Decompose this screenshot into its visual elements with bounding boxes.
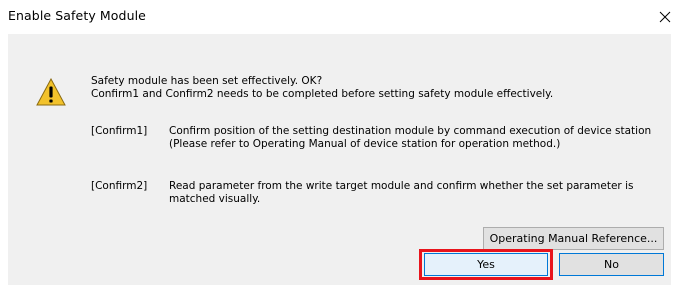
operating-manual-reference-button[interactable]: Operating Manual Reference... [483,227,664,250]
confirm1-text-line-2: (Please refer to Operating Manual of dev… [169,138,561,150]
yes-button-label: Yes [477,258,495,271]
close-icon [659,11,670,23]
dialog-title: Enable Safety Module [8,8,146,23]
message-line-1: Safety module has been set effectively. … [91,75,323,87]
yes-button[interactable]: Yes [424,253,548,276]
operating-manual-reference-label: Operating Manual Reference... [489,232,658,245]
title-bar: Enable Safety Module [0,0,679,34]
no-button-label: No [604,258,619,271]
warning-icon [36,78,66,106]
confirm2-text-line-2: matched visually. [169,193,261,205]
message-line-2: Confirm1 and Confirm2 needs to be comple… [91,88,554,100]
close-button[interactable] [650,0,679,34]
enable-safety-module-dialog: Enable Safety Module Safety module has b… [0,0,679,285]
confirm2-label: [Confirm2] [91,180,148,192]
no-button[interactable]: No [559,253,664,276]
confirm2-text-line-1: Read parameter from the write target mod… [169,180,634,192]
confirm1-label: [Confirm1] [91,125,148,137]
confirm1-text-line-1: Confirm position of the setting destinat… [169,125,652,137]
